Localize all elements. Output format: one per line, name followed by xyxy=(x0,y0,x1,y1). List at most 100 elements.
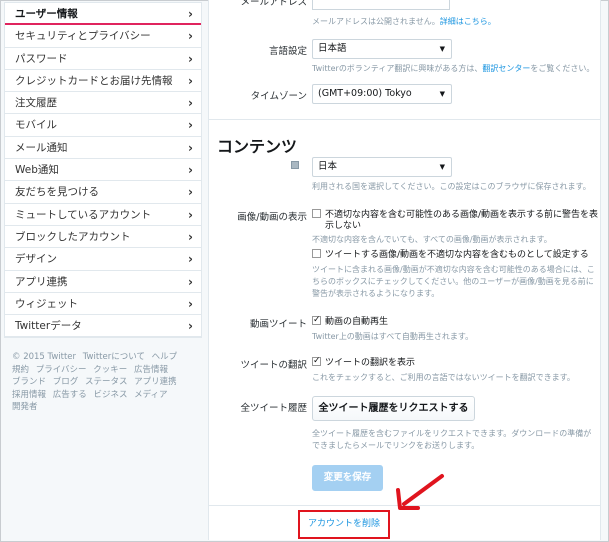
chevron-right-icon: › xyxy=(188,229,193,244)
archive-help-1: 全ツイート履歴を含むファイルをリクエストできます。ダウンロードの準備が xyxy=(312,429,592,438)
media-warning-checkbox[interactable] xyxy=(312,209,321,218)
settings-main: メールアドレス メールアドレスは公開されません。詳細はこちら。 言語設定 日本語… xyxy=(208,0,601,540)
chevron-right-icon: › xyxy=(188,7,193,21)
sidebar-item[interactable]: メール通知 › xyxy=(5,137,201,160)
sidebar-item[interactable]: クレジットカードとお届け先情報 › xyxy=(5,70,201,93)
language-select[interactable]: 日本語 ▼ xyxy=(312,39,452,59)
email-help-link[interactable]: 詳細はこちら。 xyxy=(440,17,496,26)
footer-link[interactable]: メディア xyxy=(134,390,167,400)
sidebar-item[interactable]: パスワード › xyxy=(5,48,201,70)
chevron-right-icon: › xyxy=(188,96,193,111)
chevron-down-icon: ▼ xyxy=(439,90,445,98)
request-archive-button[interactable]: 全ツイート履歴をリクエストする xyxy=(312,396,475,421)
chevron-right-icon: › xyxy=(188,185,193,200)
sidebar-footer: © 2015 Twitter Twitterについて ヘルプ 規約 プライバシー… xyxy=(4,351,202,414)
chevron-right-icon: › xyxy=(188,274,193,289)
sidebar-item-label: デザイン xyxy=(15,253,57,266)
chevron-right-icon: › xyxy=(188,207,193,222)
mark-media-help-3: 警告が表示されるようになります。 xyxy=(312,289,440,298)
footer-link[interactable]: ステータス xyxy=(85,377,128,387)
chevron-right-icon: › xyxy=(188,29,193,44)
delete-account-link[interactable]: アカウントを削除 xyxy=(298,510,390,539)
sidebar-item-label: パスワード xyxy=(15,52,68,65)
sidebar-item[interactable]: ユーザー情報 › xyxy=(5,3,201,26)
language-help: Twitterのボランティア翻訳に興味がある方は、翻訳センターをご覧ください。 xyxy=(312,64,595,73)
footer-link[interactable]: クッキー xyxy=(93,365,127,375)
sidebar-item-label: Web通知 xyxy=(15,164,59,177)
sidebar-item[interactable]: セキュリティとプライバシー › xyxy=(5,25,201,48)
chevron-right-icon: › xyxy=(188,118,193,133)
content-section-title: コンテンツ xyxy=(217,137,298,156)
chevron-down-icon: ▼ xyxy=(439,45,445,53)
footer-link[interactable]: ヘルプ xyxy=(152,352,178,362)
sidebar-item-label: 友だちを見つける xyxy=(15,186,99,199)
archive-label: 全ツイート履歴 xyxy=(240,403,307,414)
autoplay-checkbox[interactable] xyxy=(312,314,321,326)
mark-media-help-1: ツイートに含まれる画像/動画が不適切な内容を含む可能性のある場合には、こ xyxy=(312,265,595,274)
footer-link[interactable]: プライバシー xyxy=(36,365,87,375)
sidebar-item[interactable]: デザイン › xyxy=(5,248,201,271)
sidebar-item-label: Twitterデータ xyxy=(15,320,82,333)
translate-option[interactable]: ツイートの翻訳を表示 xyxy=(312,355,415,369)
sidebar-item-label: セキュリティとプライバシー xyxy=(15,30,151,43)
email-field[interactable] xyxy=(312,0,450,10)
media-label: 画像/動画の表示 xyxy=(237,212,307,223)
sidebar-item[interactable]: 友だちを見つける › xyxy=(5,181,201,204)
footer-link[interactable]: 開発者 xyxy=(12,402,38,412)
footer-link[interactable]: 規約 xyxy=(12,365,29,375)
footer-link[interactable]: アプリ連携 xyxy=(134,377,177,387)
save-changes-button[interactable]: 変更を保存 xyxy=(312,465,383,491)
sidebar-item[interactable]: ブロックしたアカウント › xyxy=(5,226,201,249)
annotation-arrow-icon xyxy=(396,474,444,510)
sidebar-item[interactable]: モバイル › xyxy=(5,114,201,137)
sidebar-item-label: ウィジェット xyxy=(15,297,78,310)
autoplay-help: Twitter上の動画はすべて自動再生されます。 xyxy=(312,332,474,341)
chevron-down-icon: ▼ xyxy=(439,163,445,171)
flag-icon xyxy=(291,161,299,169)
email-help: メールアドレスは公開されません。詳細はこちら。 xyxy=(312,17,496,26)
sidebar-item-label: ミュートしているアカウント xyxy=(15,208,152,221)
media-warning-option-cont: 示しない xyxy=(325,221,362,231)
footer-link: © 2015 Twitter xyxy=(12,352,77,362)
settings-sidebar: ユーザー情報 › セキュリティとプライバシー › パスワード › クレジットカードとお届け先… xyxy=(4,2,202,339)
sidebar-item-label: アプリ連携 xyxy=(15,275,68,288)
autoplay-option[interactable]: 動画の自動再生 xyxy=(312,314,388,328)
footer-link[interactable]: ビジネス xyxy=(93,390,127,400)
chevron-right-icon: › xyxy=(188,73,193,88)
footer-link[interactable]: 広告情報 xyxy=(134,365,168,375)
translate-label: ツイートの翻訳 xyxy=(240,360,307,371)
country-help: 利用される国を選択してください。この設定はこのブラウザに保存されます。 xyxy=(312,182,591,191)
footer-link[interactable]: ブログ xyxy=(53,377,79,387)
sidebar-item-label: 注文履歴 xyxy=(15,97,57,110)
footer-link[interactable]: Twitterについて xyxy=(83,352,145,362)
translation-center-link[interactable]: 翻訳センター xyxy=(482,64,530,73)
language-label: 言語設定 xyxy=(268,46,307,57)
timezone-label: タイムゾーン xyxy=(250,91,307,102)
footer-link[interactable]: ブランド xyxy=(12,377,46,387)
chevron-right-icon: › xyxy=(188,163,193,178)
chevron-right-icon: › xyxy=(188,252,193,267)
sidebar-item[interactable]: ミュートしているアカウント › xyxy=(5,204,201,226)
timezone-select[interactable]: (GMT+09:00) Tokyo ▼ xyxy=(312,84,452,104)
chevron-right-icon: › xyxy=(188,140,193,155)
sidebar-item-label: ユーザー情報 xyxy=(15,8,78,20)
footer-link[interactable]: 広告する xyxy=(53,390,87,400)
country-label xyxy=(279,161,299,172)
sidebar-item-label: クレジットカードとお届け先情報 xyxy=(15,74,173,87)
sidebar-item-label: メール通知 xyxy=(15,141,68,154)
sidebar-item[interactable]: Web通知 › xyxy=(5,159,201,182)
section-divider xyxy=(209,119,600,120)
email-label: メールアドレス xyxy=(240,0,307,8)
mark-media-checkbox[interactable] xyxy=(312,249,321,258)
footer-link[interactable]: 採用情報 xyxy=(12,390,46,400)
mark-media-option[interactable]: ツイートする画像/動画を不適切な内容を含むものとして設定する xyxy=(312,249,589,261)
translate-checkbox[interactable] xyxy=(312,355,321,367)
media-warning-help: 不適切な内容を含んでいても、すべての画像/動画が表示されます。 xyxy=(312,235,552,244)
sidebar-item[interactable]: アプリ連携 › xyxy=(5,271,201,293)
translate-help: これをチェックすると、ご利用の言語ではないツイートを翻訳できます。 xyxy=(312,373,575,382)
sidebar-item[interactable]: Twitterデータ › xyxy=(5,315,201,338)
sidebar-item[interactable]: ウィジェット › xyxy=(5,293,201,316)
chevron-right-icon: › xyxy=(188,296,193,311)
sidebar-item[interactable]: 注文履歴 › xyxy=(5,92,201,115)
country-select[interactable]: 日本 ▼ xyxy=(312,157,452,177)
